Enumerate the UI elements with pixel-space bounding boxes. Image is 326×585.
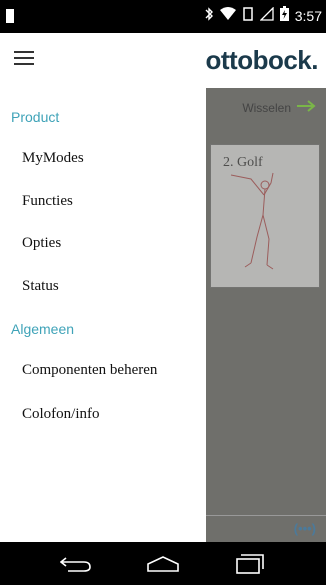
back-button[interactable] (46, 542, 106, 585)
menu-icon[interactable] (14, 51, 34, 67)
switch-button[interactable]: Wisselen (242, 100, 316, 115)
arrow-right-icon (296, 100, 316, 115)
section-heading-product: Product (11, 109, 60, 125)
bluetooth-icon (204, 6, 214, 26)
status-bar: 3:57 (0, 0, 326, 33)
switch-label: Wisselen (242, 100, 291, 115)
status-icons: 3:57 (204, 5, 322, 26)
back-icon (60, 556, 91, 572)
app-bar: ottobock. (0, 33, 326, 88)
menu-item-colofon-info[interactable]: Colofon/info (22, 406, 100, 423)
wifi-icon (219, 6, 236, 26)
golfer-icon (230, 172, 274, 270)
menu-item-functies[interactable]: Functies (22, 193, 73, 210)
recents-button[interactable] (220, 542, 280, 585)
connection-icon[interactable]: (•••) (294, 521, 316, 536)
menu-item-status[interactable]: Status (22, 278, 59, 295)
home-button[interactable] (133, 542, 193, 585)
menu-item-mymodes[interactable]: MyModes (22, 150, 84, 167)
notification-icon (6, 9, 14, 23)
home-icon (147, 555, 179, 572)
content-footer: (•••) (206, 515, 326, 542)
signal-icon (259, 5, 274, 26)
section-heading-algemeen: Algemeen (11, 321, 75, 337)
navigation-drawer: Product MyModes Functies Opties Status A… (0, 88, 206, 542)
ottobock-logo: ottobock. (205, 45, 319, 75)
mode-card[interactable]: 2. Golf (210, 144, 320, 288)
menu-item-componenten-beheren[interactable]: Componenten beheren (22, 362, 157, 379)
system-nav-bar (0, 542, 326, 585)
menu-item-opties[interactable]: Opties (22, 235, 61, 252)
battery-icon (279, 6, 289, 26)
status-time: 3:57 (294, 8, 322, 24)
recents-icon (236, 553, 264, 574)
vibrate-icon (242, 6, 254, 26)
